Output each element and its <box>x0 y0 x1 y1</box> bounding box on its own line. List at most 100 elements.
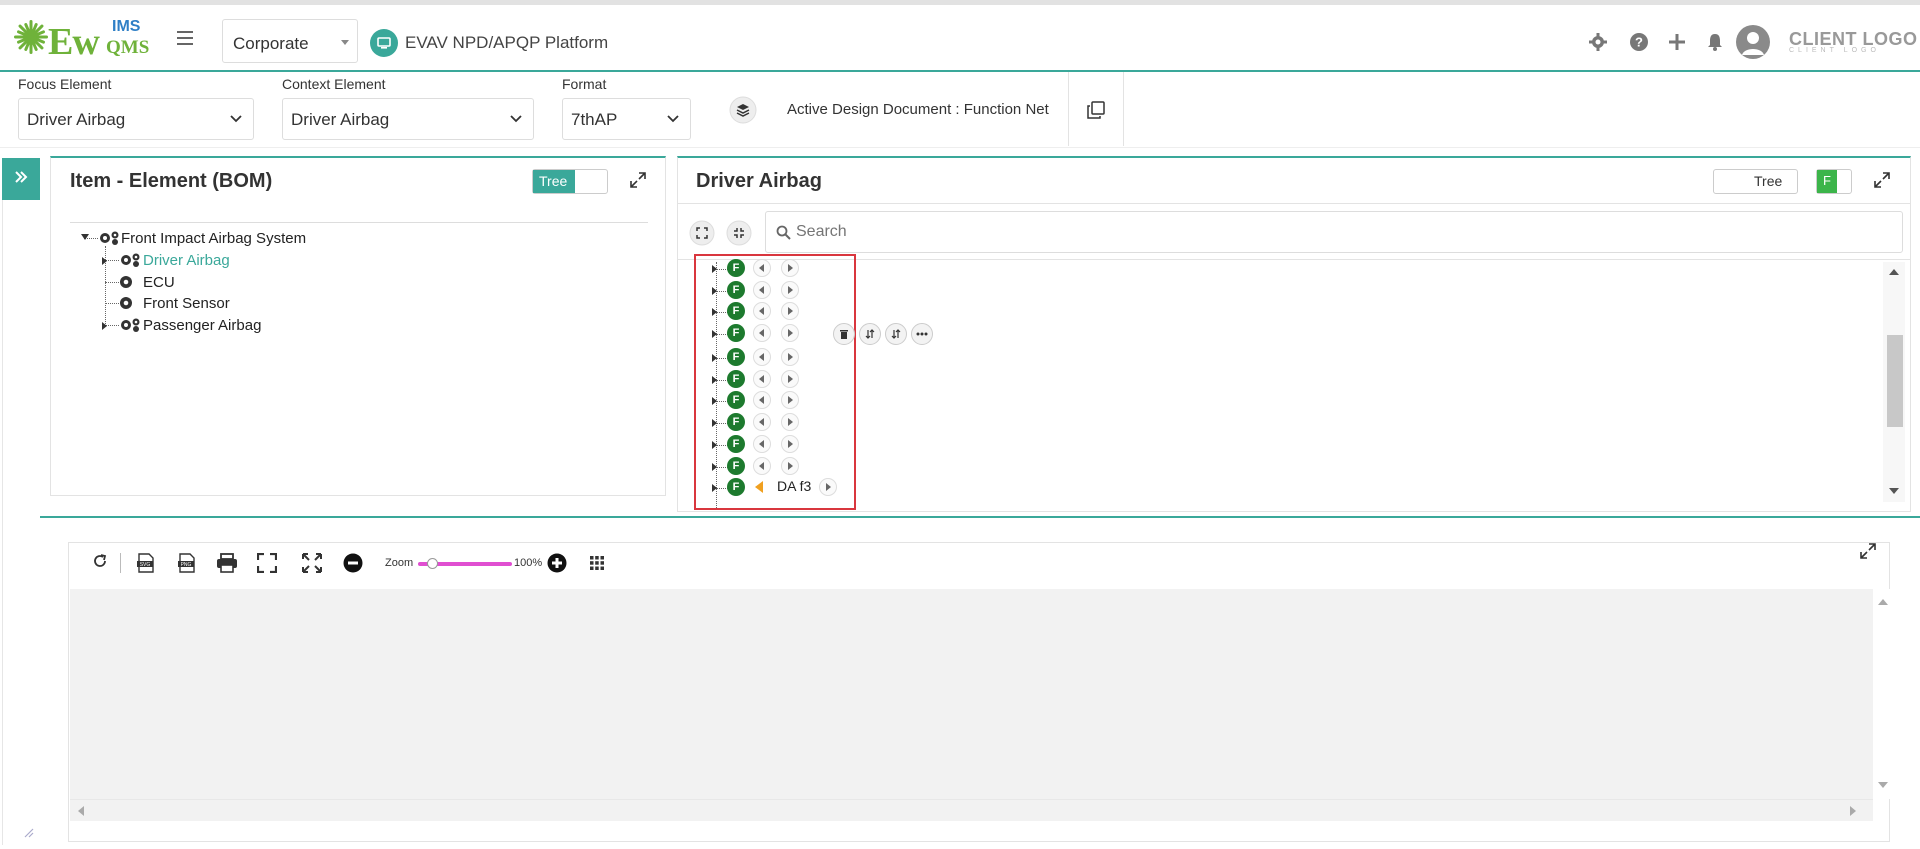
svg-text:?: ? <box>1635 35 1643 50</box>
context-element-value: Driver Airbag <box>291 110 390 129</box>
panel-splitter[interactable] <box>40 516 1920 518</box>
bom-panel-title: Item - Element (BOM) <box>70 170 273 192</box>
diagram-canvas[interactable] <box>70 589 1873 799</box>
tree-expanded-icon[interactable] <box>81 234 89 244</box>
svg-text:SVG: SVG <box>140 562 151 568</box>
tree-collapsed-icon[interactable] <box>102 257 107 265</box>
chevron-down-icon <box>667 115 679 123</box>
sort-button[interactable] <box>859 323 881 345</box>
format-select[interactable]: 7thAP <box>562 98 691 140</box>
settings-gear-icon[interactable] <box>1589 33 1607 51</box>
scroll-left-icon[interactable] <box>78 806 84 816</box>
selection-highlight-box <box>694 254 856 510</box>
expand-diagonal-icon[interactable] <box>1874 172 1890 188</box>
monitor-icon <box>370 29 398 57</box>
tree-node-driver-airbag[interactable]: Driver Airbag <box>143 252 230 269</box>
divider <box>2 200 3 845</box>
chevron-down-icon <box>510 115 522 123</box>
divider <box>678 259 1910 260</box>
resize-handle-icon[interactable] <box>22 826 34 838</box>
focus-element-label: Focus Element <box>18 76 112 92</box>
delete-button[interactable] <box>833 323 855 345</box>
expand-diagonal-icon[interactable] <box>1860 543 1876 559</box>
search-input[interactable] <box>796 222 1886 242</box>
tree-connector <box>105 303 119 304</box>
expand-diagonal-icon[interactable] <box>630 172 646 188</box>
zoom-label: Zoom <box>385 557 414 569</box>
trash-icon <box>840 330 848 339</box>
function-toggle[interactable]: F <box>1816 169 1852 194</box>
svg-text:PNG: PNG <box>181 562 192 568</box>
tree-toggle-label: Tree <box>533 170 575 193</box>
scroll-down-icon[interactable] <box>1878 782 1888 788</box>
search-box[interactable] <box>765 211 1903 253</box>
zoom-out-icon[interactable] <box>343 553 363 573</box>
scroll-up-icon[interactable] <box>1878 599 1888 605</box>
chevron-down-icon <box>230 115 242 123</box>
tree-node-front-sensor[interactable]: Front Sensor <box>143 295 230 312</box>
sun-logo-icon <box>14 20 48 54</box>
logo-ims-text: IMS <box>112 18 141 35</box>
zoom-in-icon[interactable] <box>547 553 567 573</box>
context-element-select[interactable]: Driver Airbag <box>282 98 534 140</box>
client-logo-subtext: CLIENT LOGO <box>1789 47 1880 54</box>
canvas-horizontal-scrollbar[interactable] <box>70 799 1873 821</box>
tree-view-toggle[interactable]: Tree <box>1713 169 1798 194</box>
function-toggle-badge: F <box>1817 170 1837 193</box>
active-design-document: Active Design Document : Function Net <box>787 101 1049 118</box>
top-navbar: Ew IMS QMS Corporate EVAV NPD/APQP Platf… <box>0 0 1920 72</box>
sort-arrows-icon <box>891 329 901 339</box>
copy-document-icon[interactable] <box>1087 101 1105 119</box>
sort-alt-button[interactable] <box>885 323 907 345</box>
tree-connector <box>105 282 119 283</box>
search-icon <box>776 225 791 240</box>
refresh-icon[interactable] <box>92 553 108 569</box>
focus-element-select[interactable]: Driver Airbag <box>18 98 254 140</box>
format-value: 7thAP <box>571 110 618 129</box>
tree-toggle-label: Tree <box>1754 173 1783 189</box>
grid-icon[interactable] <box>590 556 604 570</box>
tree-view-toggle[interactable]: Tree <box>532 169 608 194</box>
fit-to-screen-icon[interactable] <box>302 553 322 573</box>
add-plus-icon[interactable] <box>1668 33 1686 51</box>
format-label: Format <box>562 76 607 92</box>
tree-node-ecu[interactable]: ECU <box>143 274 175 291</box>
layers-icon[interactable] <box>729 96 757 124</box>
expand-sidebar-button[interactable] <box>2 158 40 200</box>
tree-connector <box>105 260 119 261</box>
scroll-right-icon[interactable] <box>1850 806 1856 816</box>
logo-text: Ew <box>48 21 100 63</box>
caret-down-icon <box>341 40 349 45</box>
gears-icon <box>121 318 140 332</box>
organization-select[interactable]: Corporate <box>222 19 358 63</box>
fullscreen-icon[interactable] <box>257 553 277 573</box>
help-question-icon[interactable]: ? <box>1630 33 1648 51</box>
platform-title: EVAV NPD/APQP Platform <box>405 33 609 52</box>
divider <box>70 222 648 223</box>
vertical-scrollbar[interactable] <box>1883 262 1905 502</box>
ellipsis-icon <box>916 332 928 336</box>
divider <box>678 203 1910 204</box>
function-panel-title: Driver Airbag <box>696 170 822 192</box>
export-svg-icon[interactable]: SVG <box>136 553 156 573</box>
export-png-icon[interactable]: PNG <box>177 553 197 573</box>
tree-collapsed-icon[interactable] <box>102 322 107 330</box>
scroll-up-icon[interactable] <box>1889 269 1899 275</box>
collapse-all-icon[interactable] <box>726 220 752 246</box>
tree-node-passenger-airbag[interactable]: Passenger Airbag <box>143 317 261 334</box>
gears-icon <box>100 231 119 245</box>
print-icon[interactable] <box>216 553 238 573</box>
hamburger-menu-icon[interactable] <box>177 31 193 45</box>
divider <box>1068 72 1069 146</box>
expand-all-icon[interactable] <box>689 220 715 246</box>
tree-node-front-impact-airbag-system[interactable]: Front Impact Airbag System <box>121 230 306 247</box>
sort-arrows-icon <box>865 329 875 339</box>
notification-bell-icon[interactable] <box>1707 33 1723 51</box>
divider <box>120 553 121 573</box>
scrollbar-thumb[interactable] <box>1887 335 1903 427</box>
double-chevron-right-icon <box>15 171 28 183</box>
scroll-down-icon[interactable] <box>1889 488 1899 494</box>
more-options-button[interactable] <box>911 323 933 345</box>
canvas-vertical-scrollbar[interactable] <box>1875 589 1891 799</box>
user-avatar-icon[interactable] <box>1736 25 1770 59</box>
